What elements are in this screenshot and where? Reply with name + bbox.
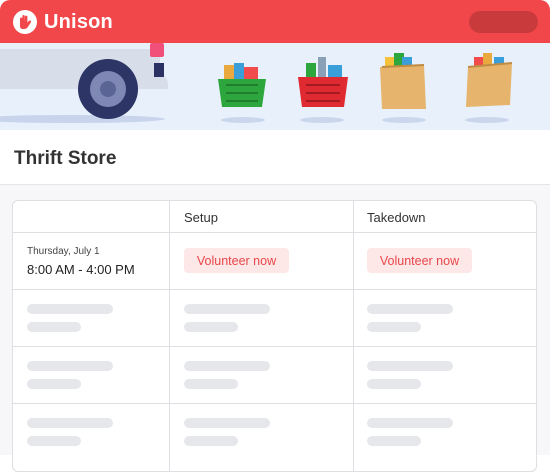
skeleton-line <box>184 322 238 332</box>
green-basket-icon <box>218 63 266 107</box>
banner-illustration <box>0 43 550 130</box>
brand-name[interactable]: Unison <box>44 11 113 34</box>
shift-date: Thursday, July 1 <box>27 246 100 257</box>
van-light-icon <box>150 43 164 57</box>
skeleton-line <box>27 436 81 446</box>
skeleton-line <box>184 418 270 428</box>
paper-bag-icon <box>466 53 513 107</box>
page-title-bar: Thrift Store <box>0 130 550 185</box>
table-row-placeholder <box>13 347 536 404</box>
skeleton-line <box>184 361 270 371</box>
skeleton-line <box>367 361 453 371</box>
column-header-setup: Setup <box>184 210 218 225</box>
shift-time: 8:00 AM - 4:00 PM <box>27 262 135 277</box>
skeleton-line <box>367 436 421 446</box>
page-title: Thrift Store <box>14 148 117 169</box>
volunteer-takedown-button[interactable]: Volunteer now <box>367 248 472 273</box>
paper-bag-icon <box>380 53 426 109</box>
volunteer-setup-button[interactable]: Volunteer now <box>184 248 289 273</box>
skeleton-line <box>367 379 421 389</box>
skeleton-line <box>184 436 238 446</box>
table-row: Thursday, July 1 8:00 AM - 4:00 PM Volun… <box>13 233 536 290</box>
skeleton-line <box>27 304 113 314</box>
skeleton-line <box>367 304 453 314</box>
skeleton-line <box>27 379 81 389</box>
hand-heart-icon[interactable] <box>13 10 37 34</box>
table-row-placeholder <box>13 404 536 471</box>
skeleton-line <box>27 322 81 332</box>
app-header: Unison <box>0 0 550 43</box>
table-header-row: Setup Takedown <box>13 201 536 233</box>
skeleton-line <box>27 361 113 371</box>
skeleton-line <box>27 418 113 428</box>
shift-table: Setup Takedown Thursday, July 1 8:00 AM … <box>12 200 537 472</box>
skeleton-line <box>184 379 238 389</box>
schedule-area: Setup Takedown Thursday, July 1 8:00 AM … <box>0 185 550 472</box>
table-row-placeholder <box>13 290 536 347</box>
red-basket-icon <box>298 57 348 107</box>
skeleton-line <box>367 418 453 428</box>
skeleton-line <box>184 304 270 314</box>
skeleton-line <box>367 322 421 332</box>
column-header-takedown: Takedown <box>367 210 426 225</box>
account-button[interactable] <box>469 11 538 33</box>
